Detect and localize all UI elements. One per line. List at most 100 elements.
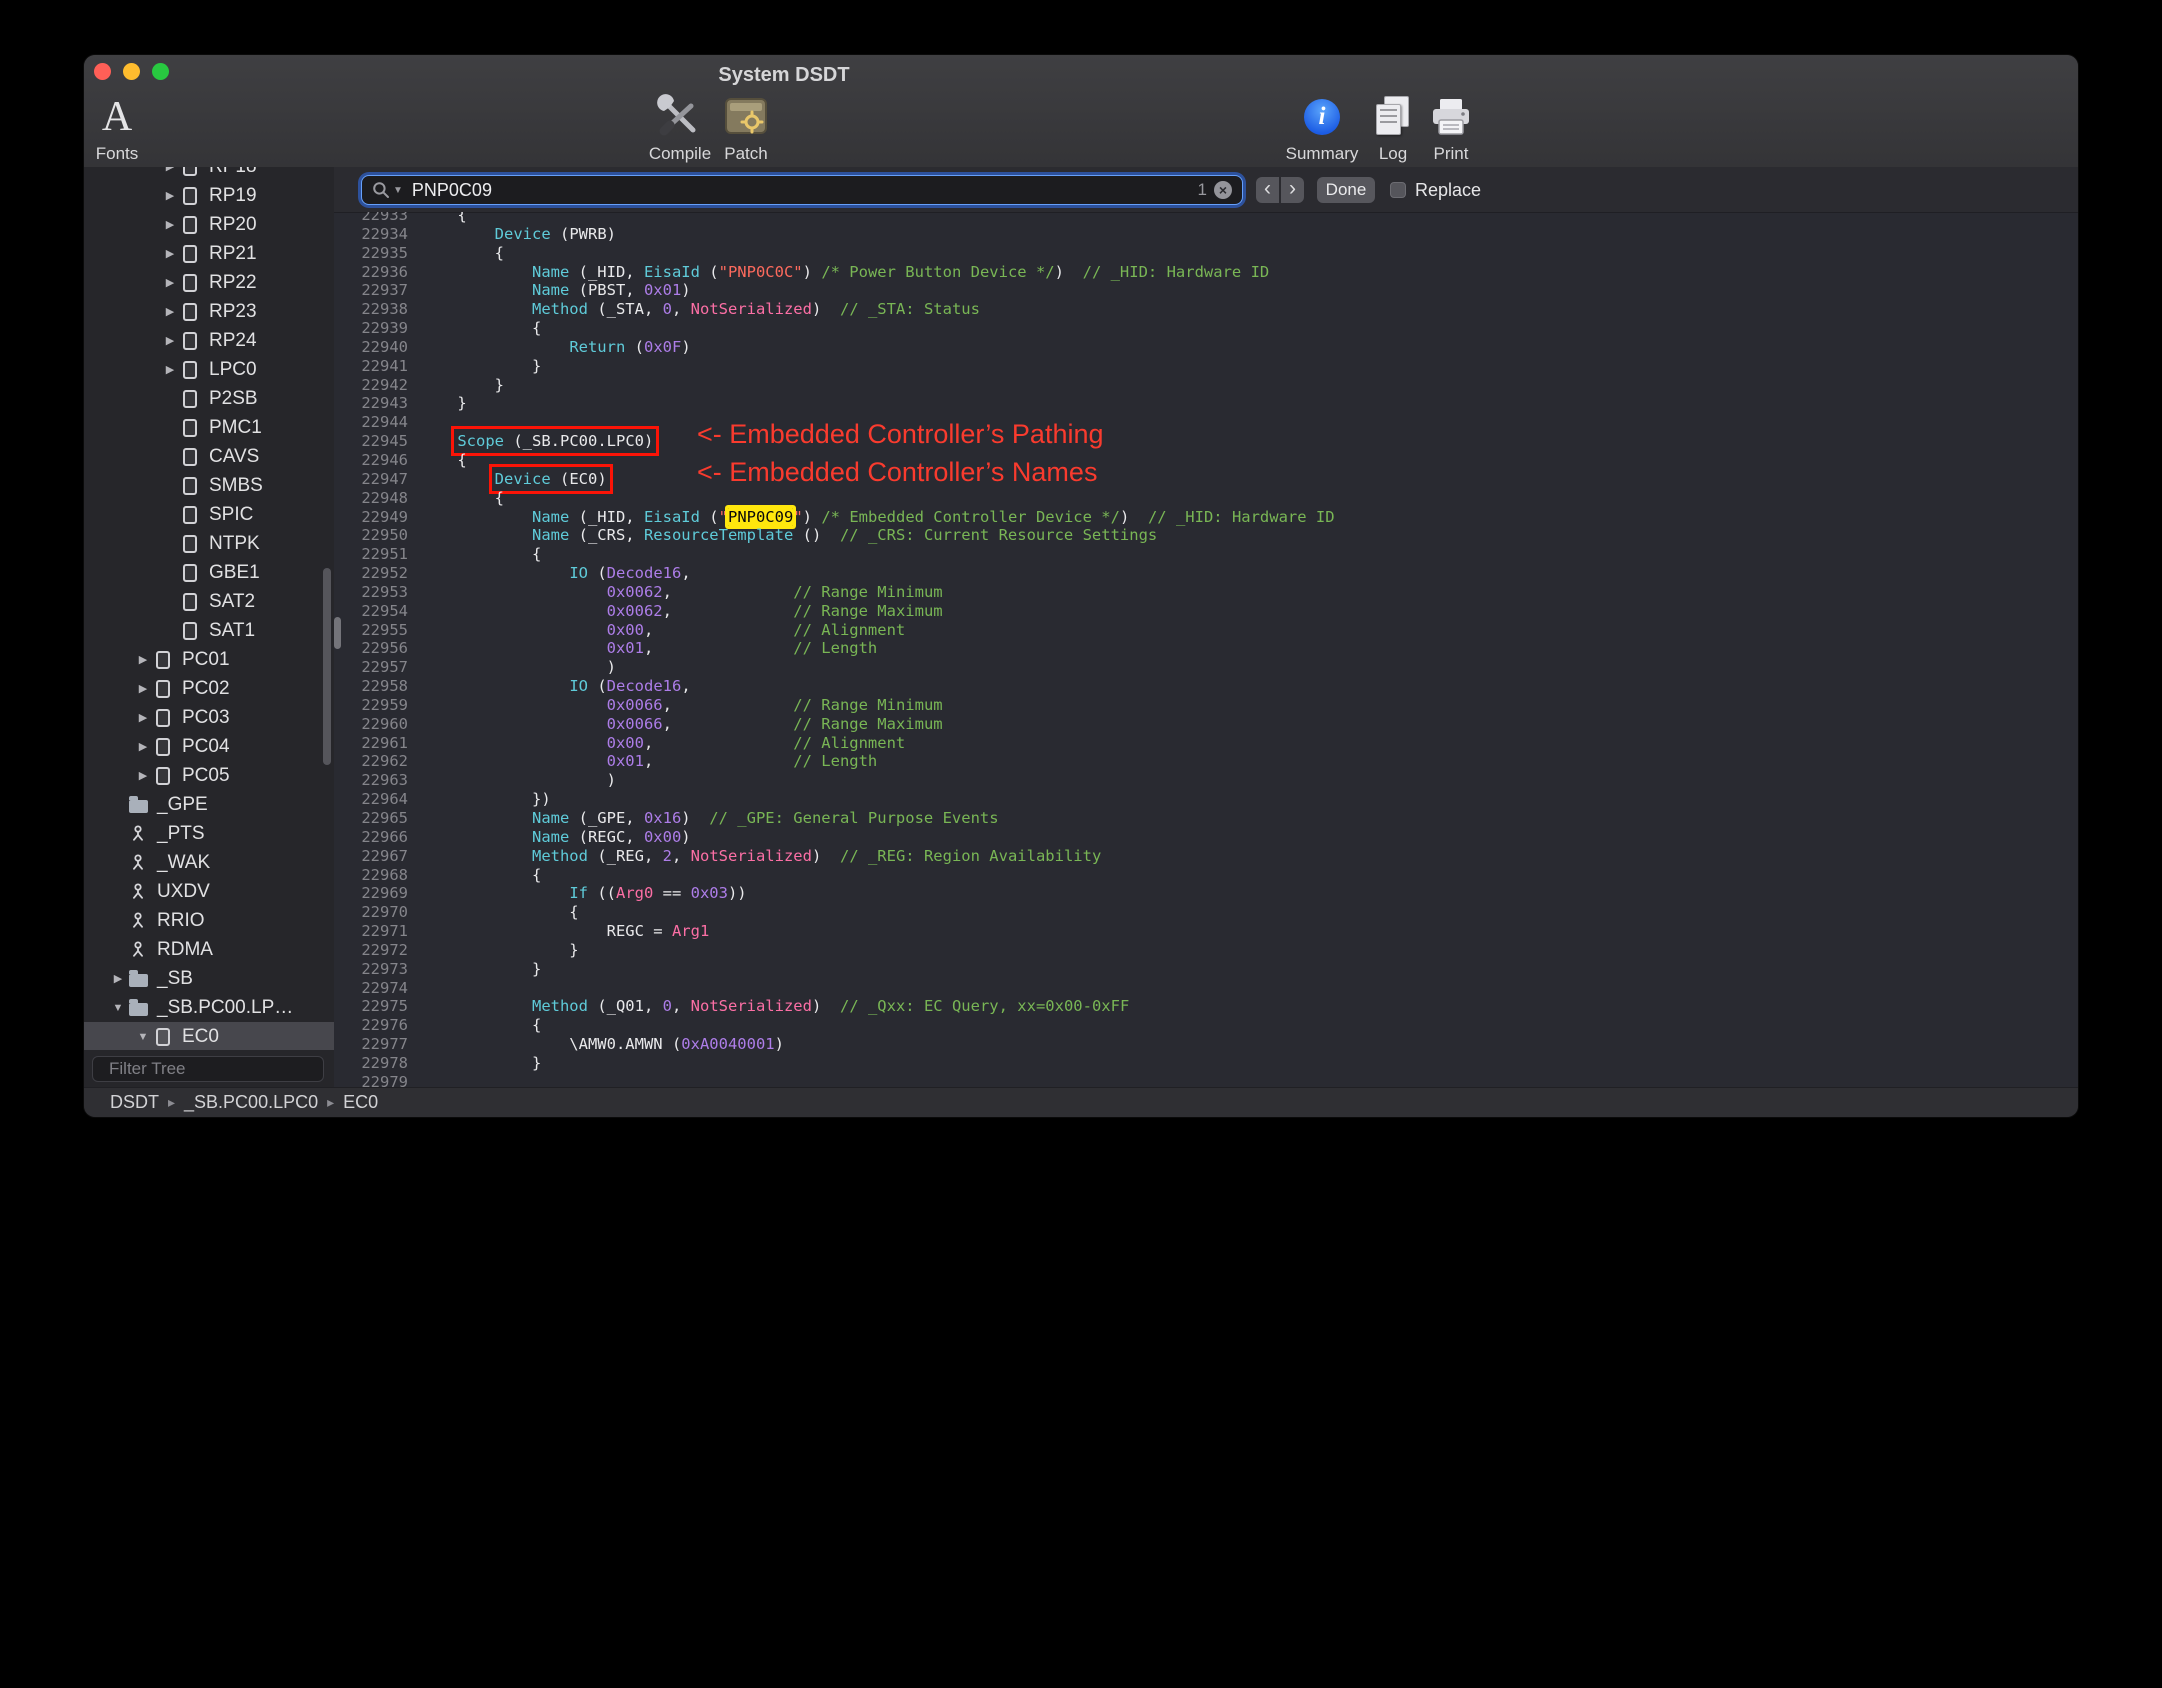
sidebar-item-rp20[interactable]: ▶ RP20 bbox=[84, 210, 334, 239]
search-field[interactable]: ▼ 1 × bbox=[361, 175, 1243, 205]
folder-icon bbox=[128, 970, 148, 987]
code-line: 22965 Name (_GPE, 0x16) // _GPE: General… bbox=[334, 809, 2078, 828]
disclosure-open-icon[interactable]: ▼ bbox=[108, 1002, 128, 1014]
code-line: 22967 Method (_REG, 2, NotSerialized) //… bbox=[334, 847, 2078, 866]
sidebar-item-pc05[interactable]: ▶ PC05 bbox=[84, 761, 334, 790]
code-line: 22934 Device (PWRB) bbox=[334, 225, 2078, 244]
sidebar-item--sb[interactable]: ▶ _SB bbox=[84, 964, 334, 993]
disclosure-closed-icon[interactable]: ▶ bbox=[160, 276, 180, 289]
sidebar-item-cavs[interactable]: CAVS bbox=[84, 442, 334, 471]
sidebar-item-pc03[interactable]: ▶ PC03 bbox=[84, 703, 334, 732]
close-button[interactable] bbox=[94, 63, 111, 80]
sidebar-item-rdma[interactable]: RDMA bbox=[84, 935, 334, 964]
sidebar-item-uxdv[interactable]: UXDV bbox=[84, 877, 334, 906]
sidebar-item-pc02[interactable]: ▶ PC02 bbox=[84, 674, 334, 703]
sidebar-item-lpc0[interactable]: ▶ LPC0 bbox=[84, 355, 334, 384]
sidebar-item-gbe1[interactable]: GBE1 bbox=[84, 558, 334, 587]
disclosure-closed-icon[interactable]: ▶ bbox=[108, 972, 128, 985]
sidebar-item--pts[interactable]: _PTS bbox=[84, 819, 334, 848]
breadcrumb-bar: DSDT ▸ _SB.PC00.LPC0 ▸ EC0 bbox=[84, 1087, 2078, 1117]
code-line: 22939 { bbox=[334, 319, 2078, 338]
sidebar-item-rrio[interactable]: RRIO bbox=[84, 906, 334, 935]
code-token: , bbox=[643, 620, 794, 639]
sidebar-item-rp18[interactable]: ▶ RP18 bbox=[84, 167, 334, 181]
sidebar-item-pc04[interactable]: ▶ PC04 bbox=[84, 732, 334, 761]
breadcrumb-item[interactable]: DSDT bbox=[110, 1092, 159, 1113]
code-editor[interactable]: 22933 {22934 Device (PWRB) 22935 {22936 N… bbox=[334, 212, 2078, 1088]
sidebar-item-label: GBE1 bbox=[209, 561, 260, 583]
sidebar-item-rp19[interactable]: ▶ RP19 bbox=[84, 181, 334, 210]
code-token: NotSerialized bbox=[690, 846, 812, 865]
sidebar-item-rp23[interactable]: ▶ RP23 bbox=[84, 297, 334, 326]
sidebar-item-ec0[interactable]: ▼ EC0 bbox=[84, 1022, 334, 1050]
sidebar-item-rp22[interactable]: ▶ RP22 bbox=[84, 268, 334, 297]
breadcrumb: DSDT ▸ _SB.PC00.LPC0 ▸ EC0 bbox=[110, 1092, 378, 1113]
breadcrumb-item[interactable]: EC0 bbox=[343, 1092, 378, 1113]
line-number: 22976 bbox=[361, 1016, 408, 1035]
disclosure-closed-icon[interactable]: ▶ bbox=[133, 682, 153, 695]
sidebar-item-smbs[interactable]: SMBS bbox=[84, 471, 334, 500]
sidebar-item--wak[interactable]: _WAK bbox=[84, 848, 334, 877]
code-token: Device bbox=[494, 224, 551, 243]
sidebar-item-rp24[interactable]: ▶ RP24 bbox=[84, 326, 334, 355]
search-scope-chevron-icon[interactable]: ▼ bbox=[393, 185, 403, 196]
next-match-button[interactable]: › bbox=[1281, 177, 1304, 203]
sidebar-item--gpe[interactable]: _GPE bbox=[84, 790, 334, 819]
line-number: 22970 bbox=[361, 903, 408, 922]
sidebar-item-spic[interactable]: SPIC bbox=[84, 500, 334, 529]
filter-field[interactable] bbox=[92, 1056, 332, 1082]
code-token: (PWRB) bbox=[550, 224, 616, 243]
sidebar-item-label: _SB.PC00.LP… bbox=[157, 996, 294, 1018]
disclosure-closed-icon[interactable]: ▶ bbox=[160, 167, 180, 173]
code-token: { bbox=[420, 319, 542, 338]
line-number: 22956 bbox=[361, 639, 408, 658]
breadcrumb-item[interactable]: _SB.PC00.LPC0 bbox=[184, 1092, 318, 1113]
find-input[interactable] bbox=[409, 178, 1191, 202]
patch-button[interactable]: Patch bbox=[704, 91, 788, 164]
sidebar-item-pc01[interactable]: ▶ PC01 bbox=[84, 645, 334, 674]
minimize-button[interactable] bbox=[123, 63, 140, 80]
previous-match-button[interactable]: ‹ bbox=[1256, 177, 1279, 203]
code-line: 22975 Method (_Q01, 0, NotSerialized) //… bbox=[334, 997, 2078, 1016]
sidebar-item--sb-pc00-lp-[interactable]: ▼ _SB.PC00.LP… bbox=[84, 993, 334, 1022]
clear-search-icon[interactable]: × bbox=[1214, 181, 1232, 199]
zoom-button[interactable] bbox=[152, 63, 169, 80]
disclosure-open-icon[interactable]: ▼ bbox=[133, 1031, 153, 1043]
disclosure-closed-icon[interactable]: ▶ bbox=[160, 305, 180, 318]
code-text: Method (_STA, 0, NotSerialized) // _STA:… bbox=[408, 300, 980, 319]
code-token: , bbox=[662, 714, 794, 733]
doc-icon bbox=[180, 447, 200, 466]
disclosure-closed-icon[interactable]: ▶ bbox=[133, 653, 153, 666]
disclosure-closed-icon[interactable]: ▶ bbox=[133, 740, 153, 753]
sidebar-item-label: SMBS bbox=[209, 474, 263, 496]
sidebar-item-sat2[interactable]: SAT2 bbox=[84, 587, 334, 616]
filter-tree-input[interactable] bbox=[107, 1058, 332, 1080]
sidebar-item-rp21[interactable]: ▶ RP21 bbox=[84, 239, 334, 268]
fonts-button[interactable]: A Fonts bbox=[84, 91, 159, 164]
replace-checkbox[interactable] bbox=[1390, 182, 1406, 198]
method-icon bbox=[128, 940, 148, 959]
disclosure-closed-icon[interactable]: ▶ bbox=[133, 769, 153, 782]
sidebar-item-sat1[interactable]: SAT1 bbox=[84, 616, 334, 645]
code-token: Device bbox=[494, 469, 551, 488]
doc-icon bbox=[153, 708, 173, 727]
disclosure-closed-icon[interactable]: ▶ bbox=[160, 189, 180, 202]
sidebar-item-ntpk[interactable]: NTPK bbox=[84, 529, 334, 558]
disclosure-closed-icon[interactable]: ▶ bbox=[160, 218, 180, 231]
window-title: System DSDT bbox=[718, 64, 850, 86]
sidebar-scrollbar[interactable] bbox=[323, 568, 331, 765]
sidebar-item-pmc1[interactable]: PMC1 bbox=[84, 413, 334, 442]
print-button[interactable]: Print bbox=[1409, 91, 1493, 164]
done-button[interactable]: Done bbox=[1317, 177, 1375, 203]
code-line: 22964 }) bbox=[334, 790, 2078, 809]
disclosure-closed-icon[interactable]: ▶ bbox=[133, 711, 153, 724]
disclosure-closed-icon[interactable]: ▶ bbox=[160, 334, 180, 347]
sidebar-item-p2sb[interactable]: P2SB bbox=[84, 384, 334, 413]
code-text: REGC = Arg1 bbox=[408, 922, 710, 941]
disclosure-closed-icon[interactable]: ▶ bbox=[160, 247, 180, 260]
disclosure-closed-icon[interactable]: ▶ bbox=[160, 363, 180, 376]
code-token: // Length bbox=[793, 639, 878, 658]
